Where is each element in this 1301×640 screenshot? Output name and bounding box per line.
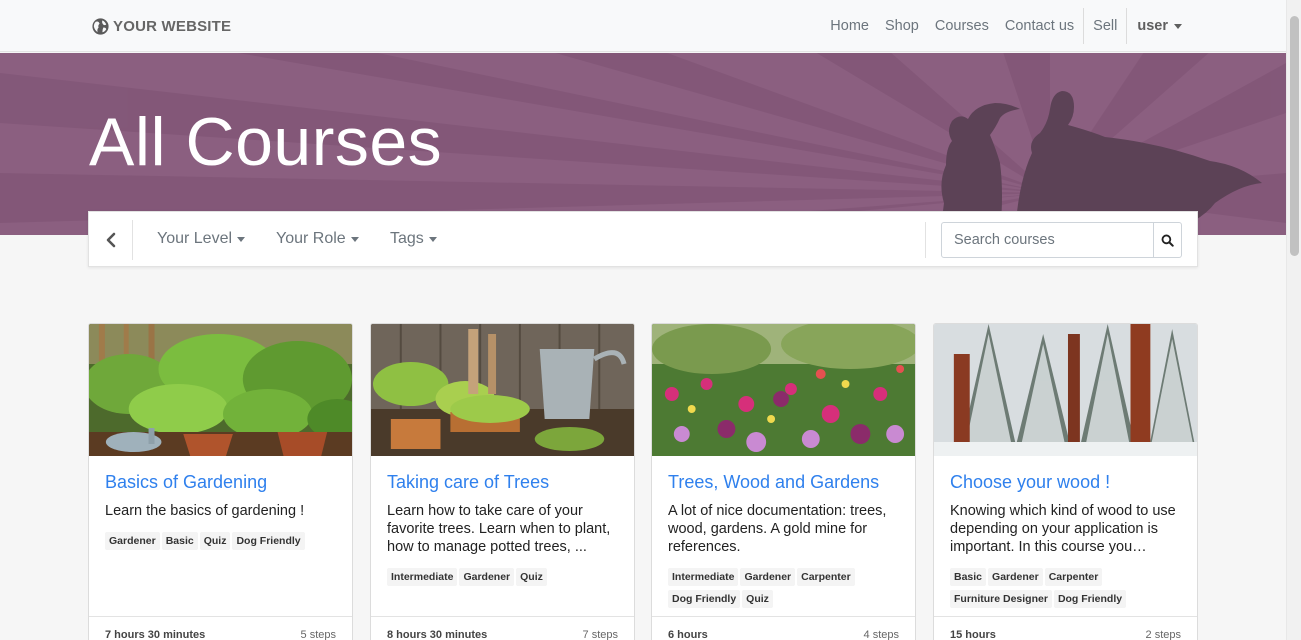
course-footer: 15 hours 2 steps xyxy=(934,616,1197,640)
course-tags: Gardener Basic Quiz Dog Friendly xyxy=(105,532,336,550)
filter-role-label: Your Role xyxy=(276,230,346,247)
course-tag[interactable]: Quiz xyxy=(516,568,547,586)
course-tag[interactable]: Gardener xyxy=(459,568,515,586)
search-icon xyxy=(1161,234,1174,247)
course-image xyxy=(371,324,634,456)
course-title[interactable]: Taking care of Trees xyxy=(387,472,618,493)
course-steps: 2 steps xyxy=(1145,629,1181,640)
course-tags: Intermediate Gardener Carpenter Dog Frie… xyxy=(668,568,899,608)
caret-down-icon xyxy=(237,236,246,242)
filter-level-label: Your Level xyxy=(157,230,233,247)
filter-divider xyxy=(925,222,926,258)
caret-down-icon xyxy=(428,236,437,242)
course-tag[interactable]: Quiz xyxy=(742,590,773,608)
scrollbar-thumb[interactable] xyxy=(1290,16,1299,256)
course-image xyxy=(934,324,1197,456)
course-duration: 7 hours 30 minutes xyxy=(105,629,206,640)
nav-sell[interactable]: Sell xyxy=(1085,18,1125,34)
page-scrollbar[interactable] xyxy=(1286,0,1301,640)
search-box xyxy=(941,222,1182,258)
caret-down-icon xyxy=(1174,23,1182,29)
course-description: Learn the basics of gardening ! xyxy=(105,503,305,519)
brand-text: YOUR WEBSITE xyxy=(113,17,232,35)
course-tag[interactable]: Gardener xyxy=(988,568,1043,586)
nav-home[interactable]: Home xyxy=(822,18,877,34)
page-title: All Courses xyxy=(89,104,443,180)
course-card[interactable]: Taking care of Trees Learn how to take c… xyxy=(370,323,635,640)
course-tag[interactable]: Intermediate xyxy=(387,568,458,586)
filter-tags-label: Tags xyxy=(390,230,424,247)
filter-level-dropdown[interactable]: Your Level xyxy=(157,212,246,266)
chevron-left-icon xyxy=(106,232,115,248)
course-footer: 8 hours 30 minutes 7 steps xyxy=(371,616,634,640)
course-tag[interactable]: Dog Friendly xyxy=(1053,590,1127,608)
search-input[interactable] xyxy=(942,223,1153,257)
courses-banner: All Courses xyxy=(0,53,1286,235)
course-image xyxy=(89,324,352,456)
course-footer: 6 hours 4 steps xyxy=(652,616,915,640)
course-tag[interactable]: Basic xyxy=(161,532,198,550)
course-footer: 7 hours 30 minutes 5 steps xyxy=(89,616,352,640)
course-steps: 7 steps xyxy=(582,629,618,640)
course-duration: 6 hours xyxy=(668,629,708,640)
course-tag[interactable]: Gardener xyxy=(105,532,160,550)
brand-logo[interactable]: YOUR WEBSITE xyxy=(91,16,231,36)
course-tag[interactable]: Basic xyxy=(950,568,987,586)
course-tag[interactable]: Carpenter xyxy=(797,568,855,586)
course-description: A lot of nice documentation: trees, wood… xyxy=(668,503,887,555)
course-title[interactable]: Basics of Gardening xyxy=(105,472,336,493)
user-menu[interactable]: user xyxy=(1128,18,1190,34)
course-tag[interactable]: Furniture Designer xyxy=(950,590,1052,608)
back-button[interactable] xyxy=(89,220,133,260)
nav-divider xyxy=(1126,8,1128,44)
course-description: Learn how to take care of your favorite … xyxy=(387,503,611,555)
nav-contact-us[interactable]: Contact us xyxy=(997,18,1082,34)
course-filter-bar: Your Level Your Role Tags xyxy=(88,211,1198,267)
top-navbar: YOUR WEBSITE Home Shop Courses Contact u… xyxy=(0,0,1286,52)
course-card[interactable]: Basics of Gardening Learn the basics of … xyxy=(88,323,353,640)
course-title[interactable]: Choose your wood ! xyxy=(950,472,1181,493)
course-steps: 4 steps xyxy=(863,629,899,640)
user-name: user xyxy=(1137,18,1168,34)
globe-icon xyxy=(92,17,109,35)
course-title[interactable]: Trees, Wood and Gardens xyxy=(668,472,899,493)
course-steps: 5 steps xyxy=(300,629,336,640)
course-tag[interactable]: Intermediate xyxy=(668,568,739,586)
nav-divider xyxy=(1083,8,1085,44)
nav-shop[interactable]: Shop xyxy=(877,18,927,34)
course-card[interactable]: Trees, Wood and Gardens A lot of nice do… xyxy=(651,323,916,640)
course-tag[interactable]: Gardener xyxy=(740,568,796,586)
nav-links: Home Shop Courses Contact us Sell user xyxy=(822,0,1190,52)
search-button[interactable] xyxy=(1153,223,1181,257)
course-tag[interactable]: Dog Friendly xyxy=(668,590,741,608)
course-tags: Basic Gardener Carpenter Furniture Desig… xyxy=(950,568,1181,608)
caret-down-icon xyxy=(350,236,359,242)
filter-tags-dropdown[interactable]: Tags xyxy=(390,212,437,266)
course-duration: 8 hours 30 minutes xyxy=(387,629,488,640)
filter-role-dropdown[interactable]: Your Role xyxy=(276,212,359,266)
course-tags: Intermediate Gardener Quiz xyxy=(387,568,618,586)
course-description: Knowing which kind of wood to use depend… xyxy=(950,503,1176,555)
course-card[interactable]: Choose your wood ! Knowing which kind of… xyxy=(933,323,1198,640)
course-tag[interactable]: Quiz xyxy=(199,532,231,550)
course-duration: 15 hours xyxy=(950,629,996,640)
course-tag[interactable]: Carpenter xyxy=(1044,568,1103,586)
course-image xyxy=(652,324,915,456)
nav-courses[interactable]: Courses xyxy=(927,18,997,34)
course-tag[interactable]: Dog Friendly xyxy=(232,532,305,550)
